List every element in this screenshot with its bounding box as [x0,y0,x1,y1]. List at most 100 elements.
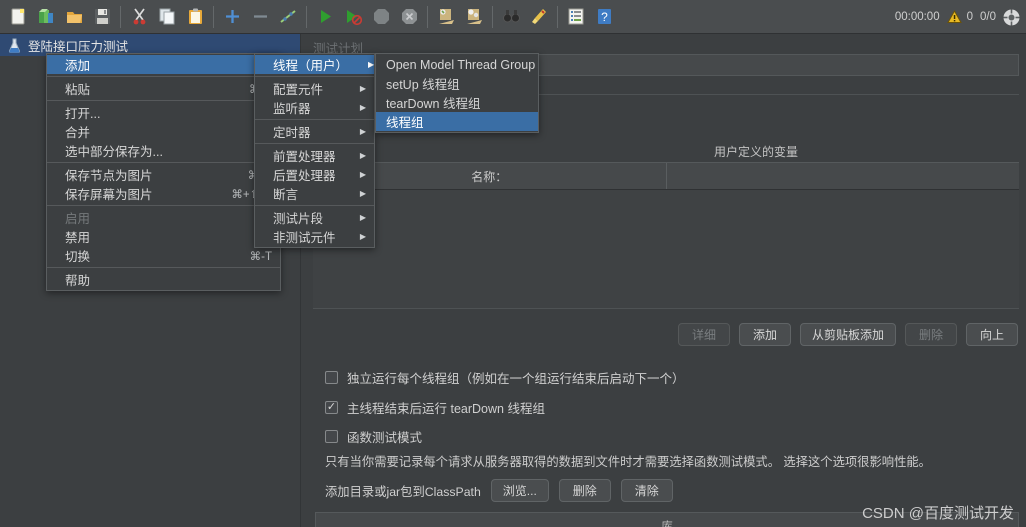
menu-item-timer[interactable]: 定时器 ▶ [255,122,374,141]
menu-separator [47,162,280,163]
templates-icon[interactable] [33,4,59,30]
active-threads-count: 0/0 [980,11,996,23]
menu-separator [47,205,280,206]
stop-icon[interactable] [368,4,394,30]
menu-item-setup-thread-group[interactable]: setUp 线程组 [376,74,538,93]
menu-item-save-screen-as-image[interactable]: 保存屏幕为图片 ⌘+⇧-G [47,184,280,203]
menu-item-paste[interactable]: 粘贴 ⌘-V [47,79,280,98]
menu-item-assertion[interactable]: 断言 ▶ [255,184,374,203]
checkbox-label: 主线程结束后运行 tearDown 线程组 [347,402,545,416]
warning-indicator[interactable]: 0 [946,10,973,24]
jmeter-window: ? 00:00:00 0 0/0 登陆接口压力测试 测试计划 用户定义的变量 名… [0,0,1026,527]
menu-item-non-test-elements[interactable]: 非测试元件 ▶ [255,227,374,246]
context-submenu-threads[interactable]: Open Model Thread Group setUp 线程组 tearDo… [375,53,539,133]
start-icon[interactable] [312,4,338,30]
menu-item-config-element[interactable]: 配置元件 ▶ [255,79,374,98]
menu-separator [47,100,280,101]
menu-item-test-fragment[interactable]: 测试片段 ▶ [255,208,374,227]
chevron-right-icon: ▶ [359,83,366,93]
menu-item-post-processor[interactable]: 后置处理器 ▶ [255,165,374,184]
context-menu-root[interactable]: 添加 ▶ 粘贴 ⌘-V 打开... 合并 选中部分保存为... 保存节点为图片 … [46,53,281,291]
add-button[interactable]: 添加 [738,323,791,346]
shutdown-icon[interactable] [396,4,422,30]
toggle-icon[interactable] [275,4,301,30]
paste-icon[interactable] [182,4,208,30]
checkbox-box[interactable] [325,371,338,384]
menu-item-save-selection-as[interactable]: 选中部分保存为... [47,141,280,160]
serialize-thread-groups-checkbox[interactable]: 独立运行每个线程组（例如在一个组运行结束后启动下一个） [325,368,685,387]
menu-separator [47,76,280,77]
functional-mode-description: 只有当你需要记录每个请求从服务器取得的数据到文件时才需要选择函数测试模式。 选择… [325,455,931,469]
menu-item-open-model-thread-group[interactable]: Open Model Thread Group [376,55,538,74]
main-toolbar: ? 00:00:00 0 0/0 [0,0,1026,34]
variables-table-body[interactable] [313,190,1019,309]
chevron-right-icon: ▶ [359,150,366,160]
delete-button[interactable]: 删除 [905,323,957,346]
classpath-row: 添加目录或jar包到ClassPath 浏览... 删除 清除 [325,479,673,502]
copy-icon[interactable] [154,4,180,30]
checkbox-box[interactable]: ✓ [325,401,338,414]
browse-button[interactable]: 浏览... [490,479,549,502]
toolbar-separator [213,5,214,28]
help-icon[interactable]: ? [591,4,617,30]
thread-status-icon [1003,9,1020,25]
search-icon[interactable] [498,4,524,30]
run-teardown-checkbox[interactable]: ✓ 主线程结束后运行 tearDown 线程组 [325,398,545,417]
classpath-label: 添加目录或jar包到ClassPath [325,484,481,499]
chevron-right-icon: ▶ [359,231,366,241]
move-up-button[interactable]: 向上 [966,323,1018,346]
tree-node-label: 登陆接口压力测试 [28,39,129,54]
warning-count: 0 [966,11,973,23]
clear-icon[interactable] [433,4,459,30]
menu-item-teardown-thread-group[interactable]: tearDown 线程组 [376,93,538,112]
cut-icon[interactable] [126,4,152,30]
new-icon[interactable] [5,4,31,30]
classpath-clear-button[interactable]: 清除 [620,479,673,502]
menu-item-add[interactable]: 添加 ▶ [47,55,280,74]
save-icon[interactable] [89,4,115,30]
reset-search-icon[interactable] [526,4,552,30]
toolbar-status: 00:00:00 0 0/0 [895,0,1020,34]
menu-separator [255,76,374,77]
chevron-right-icon: ▶ [359,102,366,112]
warning-icon [946,10,962,23]
toolbar-separator [306,5,307,28]
chevron-right-icon: ▶ [359,188,366,198]
menu-item-thread-group[interactable]: 线程组 [376,112,538,131]
toolbar-separator [120,5,121,28]
detail-button[interactable]: 详细 [677,323,730,346]
menu-item-listener[interactable]: 监听器 ▶ [255,98,374,117]
menu-item-help[interactable]: 帮助 [47,270,280,289]
menu-separator [255,143,374,144]
toolbar-separator [492,5,493,28]
menu-separator [47,267,280,268]
menu-item-threads-users[interactable]: 线程（用户） ▶ [255,55,374,74]
menu-item-pre-processor[interactable]: 前置处理器 ▶ [255,146,374,165]
test-plan-icon [8,38,21,53]
menu-separator [255,119,374,120]
menu-item-save-node-as-image[interactable]: 保存节点为图片 ⌘-G [47,165,280,184]
chevron-right-icon: ▶ [359,126,366,136]
variables-table-header: 名称： [313,162,1019,190]
chevron-right-icon: ▶ [359,169,366,179]
functional-test-mode-checkbox[interactable]: 函数测试模式 [325,427,422,446]
classpath-delete-button[interactable]: 删除 [558,479,611,502]
menu-item-open[interactable]: 打开... [47,103,280,122]
clear-all-icon[interactable] [461,4,487,30]
checkbox-box[interactable] [325,430,338,443]
start-no-pauses-icon[interactable] [340,4,366,30]
toolbar-separator [427,5,428,28]
open-icon[interactable] [61,4,87,30]
watermark: CSDN @百度测试开发 [862,505,1014,522]
column-header-value [667,163,1020,189]
context-submenu-add[interactable]: 线程（用户） ▶ 配置元件 ▶ 监听器 ▶ 定时器 ▶ 前置处理器 ▶ 后置处理… [254,53,375,248]
function-helper-icon[interactable] [563,4,589,30]
expand-all-icon[interactable] [219,4,245,30]
menu-separator [255,205,374,206]
menu-item-merge[interactable]: 合并 [47,122,280,141]
add-from-clipboard-button[interactable]: 从剪贴板添加 [799,323,896,346]
menu-item-enable: 启用 [65,212,91,226]
collapse-all-icon[interactable] [247,4,273,30]
menu-item-toggle[interactable]: 切换 ⌘-T [47,246,280,265]
menu-item-disable[interactable]: 禁用 [47,227,280,246]
